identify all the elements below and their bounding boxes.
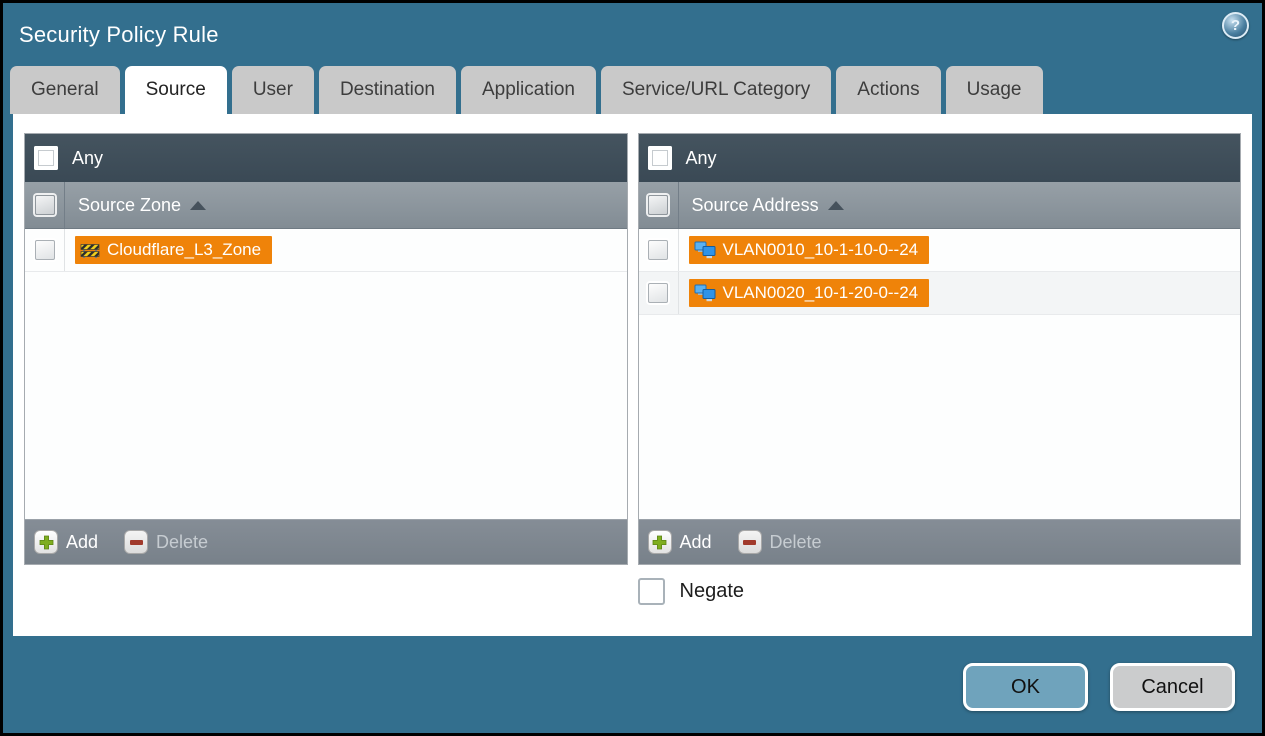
source-address-row-checkbox[interactable] <box>648 240 668 260</box>
add-button-label: Add <box>679 531 712 552</box>
titlebar: Security Policy Rule ? <box>3 3 1262 66</box>
source-zone-item[interactable]: Cloudflare_L3_Zone <box>75 236 273 264</box>
source-address-column-header: Source Address <box>638 182 1240 229</box>
tab-application[interactable]: Application <box>461 66 596 114</box>
minus-icon <box>737 530 762 554</box>
source-zone-row-checkbox[interactable] <box>34 240 55 260</box>
tab-usage[interactable]: Usage <box>945 66 1043 114</box>
source-zone-any-label: Any <box>72 147 104 168</box>
source-address-column-title[interactable]: Source Address <box>692 195 844 216</box>
network-icon <box>694 284 715 301</box>
add-button-label: Add <box>66 531 99 552</box>
negate-checkbox[interactable] <box>637 578 665 605</box>
source-zone-column-title[interactable]: Source Zone <box>78 195 207 216</box>
sort-ascending-icon <box>190 200 207 210</box>
source-address-row: VLAN0010_10-1-10-0--24 <box>638 229 1240 272</box>
source-address-item[interactable]: VLAN0020_10-1-20-0--24 <box>688 279 930 307</box>
source-zone-panel: Any Source Zone Cloudflare_L3_Zone Add D… <box>24 133 628 565</box>
tab-user[interactable]: User <box>231 66 314 114</box>
source-address-row: VLAN0020_10-1-20-0--24 <box>638 272 1240 315</box>
source-address-item-label: VLAN0020_10-1-20-0--24 <box>722 283 919 302</box>
source-zone-select-all-checkbox[interactable] <box>34 195 55 215</box>
delete-button-label: Delete <box>769 531 822 552</box>
source-zone-toolbar: Add Delete <box>25 519 627 564</box>
source-address-any-bar: Any <box>638 134 1240 182</box>
tab-destination[interactable]: Destination <box>318 66 456 114</box>
negate-label: Negate <box>679 580 745 602</box>
source-address-select-all-checkbox[interactable] <box>648 195 668 215</box>
tab-bar: General Source User Destination Applicat… <box>3 66 1262 114</box>
sort-ascending-icon <box>827 200 844 210</box>
plus-icon <box>34 530 58 554</box>
source-zone-column-header: Source Zone <box>25 182 627 229</box>
source-address-row-checkbox[interactable] <box>648 283 668 303</box>
source-zone-item-label: Cloudflare_L3_Zone <box>107 240 262 259</box>
source-address-item[interactable]: VLAN0010_10-1-10-0--24 <box>688 236 930 264</box>
source-zone-any-checkbox[interactable] <box>34 146 58 170</box>
security-policy-rule-dialog: Security Policy Rule ? General Source Us… <box>0 0 1265 736</box>
tab-source[interactable]: Source <box>124 66 227 114</box>
cancel-button[interactable]: Cancel <box>1110 663 1235 711</box>
dialog-buttons: OK Cancel <box>3 663 1235 711</box>
negate-spacer <box>24 578 628 605</box>
source-tab-content: Any Source Zone Cloudflare_L3_Zone Add D… <box>13 114 1252 636</box>
negate-row: Negate <box>24 578 1241 605</box>
source-address-any-label: Any <box>685 147 717 168</box>
source-zone-list: Cloudflare_L3_Zone <box>25 229 627 519</box>
tab-actions[interactable]: Actions <box>836 66 941 114</box>
source-address-list: VLAN0010_10-1-10-0--24 VLAN0020_10-1-20-… <box>638 229 1240 519</box>
zone-icon <box>80 243 100 258</box>
source-address-panel: Any Source Address VLAN0010_10-1-10-0--2… <box>637 133 1241 565</box>
source-zone-delete-button[interactable]: Delete <box>124 530 208 554</box>
tab-general[interactable]: General <box>10 66 120 114</box>
source-address-add-button[interactable]: Add <box>647 530 712 554</box>
source-zone-row: Cloudflare_L3_Zone <box>25 229 627 272</box>
source-zone-any-bar: Any <box>25 134 627 182</box>
source-address-any-checkbox[interactable] <box>647 146 672 170</box>
source-address-delete-button[interactable]: Delete <box>737 530 822 554</box>
network-icon <box>694 241 715 258</box>
ok-button[interactable]: OK <box>963 663 1088 711</box>
help-icon[interactable]: ? <box>1222 12 1249 39</box>
source-address-toolbar: Add Delete <box>638 519 1240 564</box>
delete-button-label: Delete <box>156 531 209 552</box>
dialog-title: Security Policy Rule <box>19 21 219 47</box>
source-zone-add-button[interactable]: Add <box>34 530 98 554</box>
plus-icon <box>647 530 672 554</box>
tab-service-url-category[interactable]: Service/URL Category <box>600 66 832 114</box>
minus-icon <box>124 530 149 554</box>
source-address-item-label: VLAN0010_10-1-10-0--24 <box>722 240 919 259</box>
